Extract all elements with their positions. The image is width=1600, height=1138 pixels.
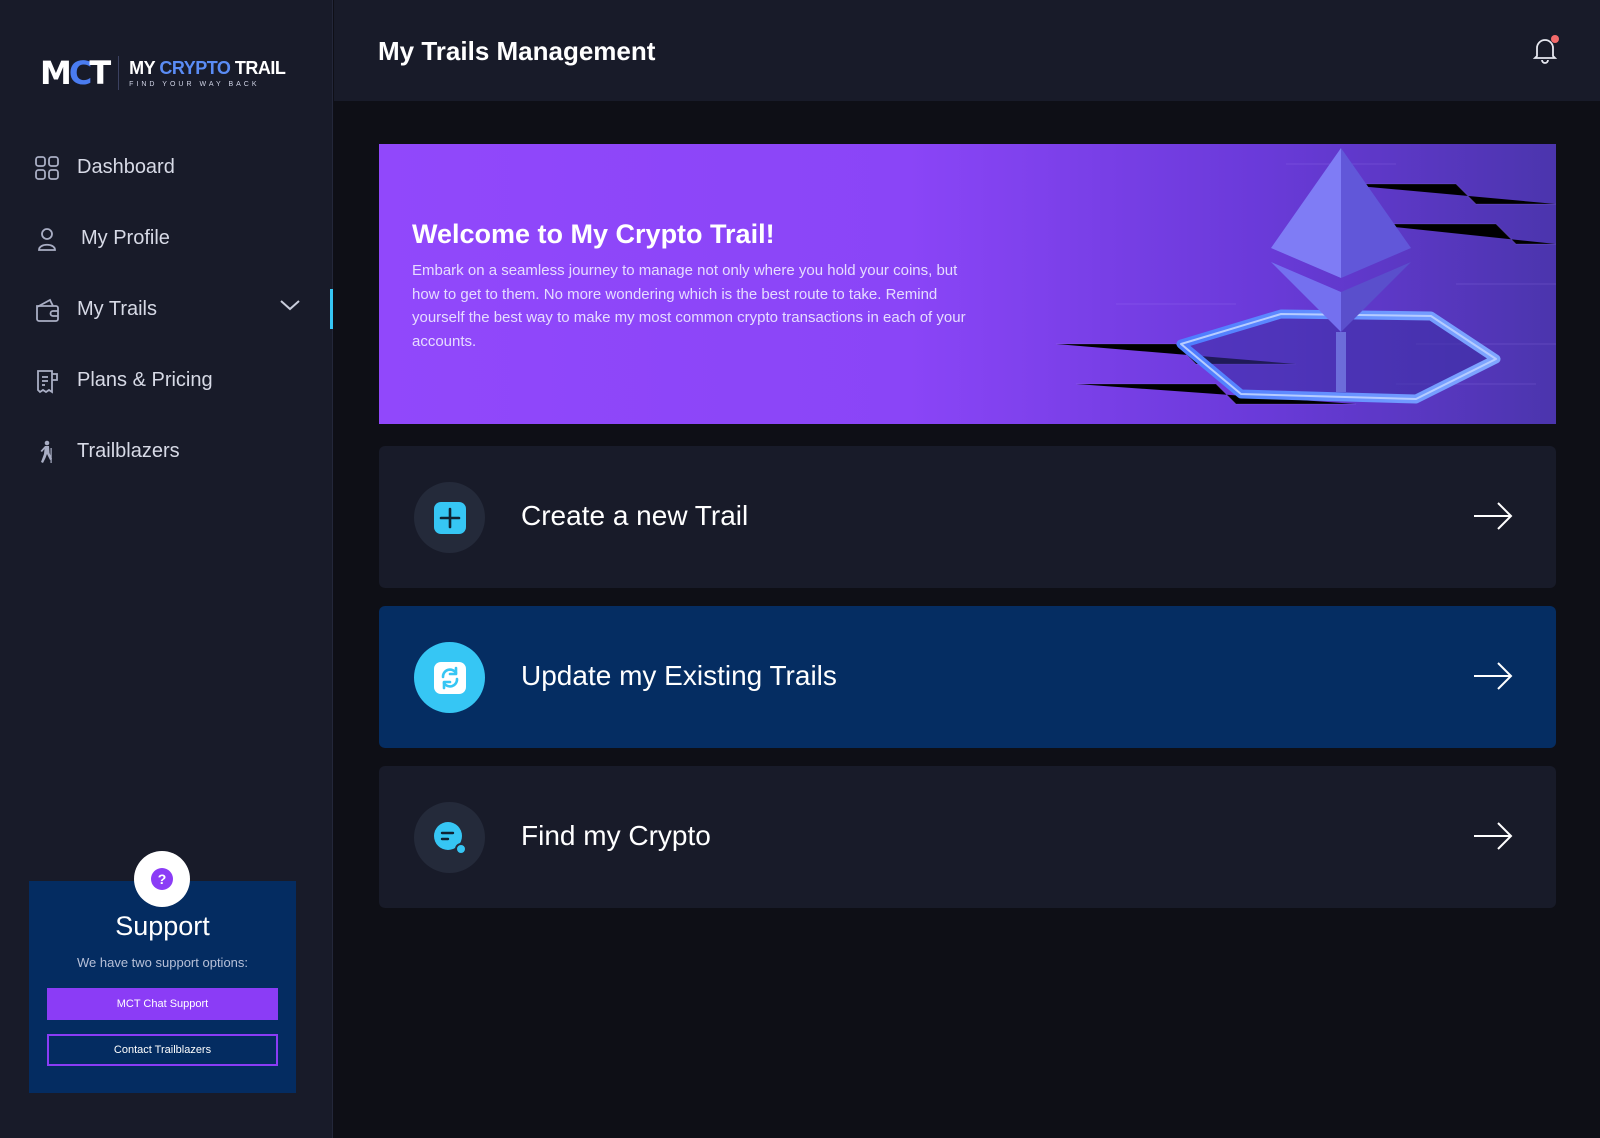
arrow-right-icon — [1472, 660, 1514, 697]
plus-icon — [433, 501, 466, 534]
contact-trailblazers-button[interactable]: Contact Trailblazers — [47, 1034, 278, 1066]
notification-bell-button[interactable] — [1532, 35, 1559, 64]
logo-mark: MCT — [40, 54, 111, 92]
sidebar-item-label: Plans & Pricing — [77, 369, 213, 391]
banner-title: Welcome to My Crypto Trail! — [412, 219, 775, 249]
mct-chat-support-button[interactable]: MCT Chat Support — [47, 988, 278, 1020]
sidebar-item-my-profile[interactable]: My Profile — [0, 203, 333, 274]
user-icon — [34, 226, 60, 252]
wallet-icon — [34, 297, 60, 323]
support-subtitle: We have two support options: — [76, 955, 249, 970]
sidebar-item-dashboard[interactable]: Dashboard — [0, 132, 333, 203]
card-label: Find my Crypto — [521, 820, 711, 851]
arrow-right-icon — [1472, 500, 1514, 537]
card-label: Update my Existing Trails — [521, 660, 837, 691]
logo-name-my: MY — [129, 58, 155, 78]
logo-name: MY CRYPTO TRAIL — [129, 58, 286, 79]
top-header: My Trails Management — [334, 0, 1600, 101]
page-title: My Trails Management — [378, 36, 656, 66]
grid-icon — [34, 155, 60, 181]
sidebar-item-label: My Profile — [81, 227, 170, 249]
sidebar-nav: Dashboard My Profile My Trails Plans & P… — [0, 132, 333, 487]
sidebar-item-label: Dashboard — [77, 156, 175, 178]
sidebar-item-my-trails[interactable]: My Trails — [0, 274, 333, 345]
card-label: Create a new Trail — [521, 500, 749, 531]
sidebar-item-label: My Trails — [77, 298, 157, 320]
refresh-icon — [433, 661, 466, 694]
support-title: Support — [115, 911, 210, 941]
sidebar-item-plans-pricing[interactable]: Plans & Pricing — [0, 345, 333, 416]
create-new-trail-card[interactable]: Create a new Trail — [379, 446, 1556, 588]
logo-text: MY CRYPTO TRAIL FIND YOUR WAY BACK — [129, 58, 286, 88]
sidebar-item-trailblazers[interactable]: Trailblazers — [0, 416, 333, 487]
chevron-down-icon[interactable] — [279, 298, 301, 317]
banner-description: Embark on a seamless journey to manage n… — [412, 262, 966, 350]
find-my-crypto-card[interactable]: Find my Crypto — [379, 766, 1556, 908]
support-panel: ? Support We have two support options: M… — [29, 851, 296, 1093]
support-badge: ? — [134, 851, 190, 907]
card-icon-circle — [414, 802, 485, 873]
sidebar: MCT MY CRYPTO TRAIL FIND YOUR WAY BACK D… — [0, 0, 333, 1138]
ethereum-hologram-illustration — [1056, 148, 1556, 405]
logo-divider — [118, 56, 120, 90]
notification-dot — [1551, 35, 1559, 43]
logo-name-trail: TRAIL — [234, 58, 286, 78]
arrow-right-icon — [1472, 820, 1514, 857]
update-existing-trails-card[interactable]: Update my Existing Trails — [379, 606, 1556, 748]
card-icon-circle — [414, 482, 485, 553]
receipt-icon — [34, 368, 60, 394]
chat-search-icon — [433, 821, 467, 855]
logo-name-crypto: CRYPTO — [159, 58, 231, 78]
question-icon: ? — [151, 868, 173, 890]
sidebar-item-label: Trailblazers — [77, 440, 180, 462]
logo-tagline: FIND YOUR WAY BACK — [129, 81, 260, 88]
card-icon-circle — [414, 642, 485, 713]
hiker-icon — [34, 439, 60, 465]
welcome-banner: Welcome to My Crypto Trail! Embark on a … — [379, 144, 1556, 424]
brand-logo[interactable]: MCT MY CRYPTO TRAIL FIND YOUR WAY BACK — [40, 54, 286, 92]
